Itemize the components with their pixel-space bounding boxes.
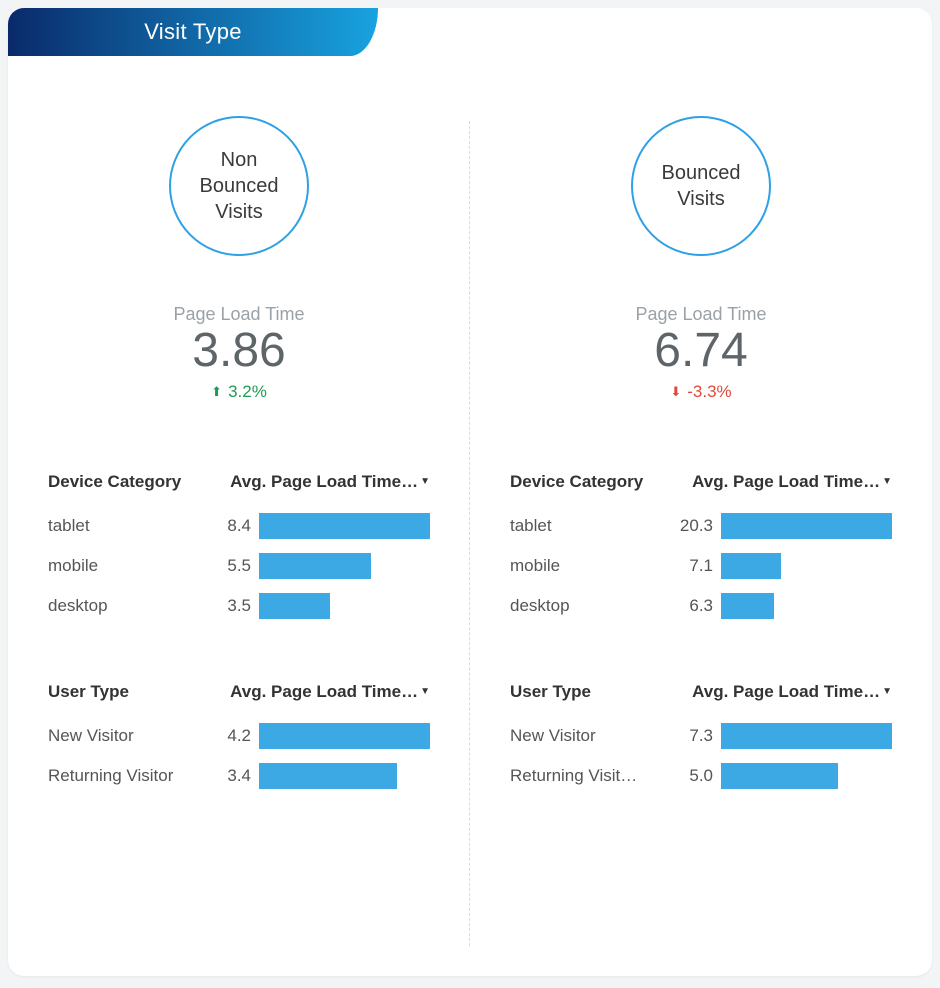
row-value: 7.1: [675, 556, 721, 576]
row-label: mobile: [510, 556, 675, 576]
row-label: New Visitor: [510, 726, 675, 746]
value-header-text: Avg. Page Load Time…: [230, 682, 418, 702]
group-header[interactable]: User Type: [48, 682, 213, 702]
table-head: User Type Avg. Page Load Time… ▼: [510, 682, 892, 702]
segment-circle[interactable]: Non Bounced Visits: [169, 116, 309, 256]
row-label: Returning Visitor: [48, 766, 213, 786]
metric-delta: ⬇︎ -3.3%: [510, 382, 892, 402]
row-value: 3.4: [213, 766, 259, 786]
table-row[interactable]: mobile7.1: [510, 546, 892, 586]
segment-circle-wrap: Bounced Visits: [510, 116, 892, 256]
row-label: New Visitor: [48, 726, 213, 746]
table-row[interactable]: New Visitor7.3: [510, 716, 892, 756]
group-header[interactable]: User Type: [510, 682, 675, 702]
panels: Non Bounced Visits Page Load Time 3.86 ⬆…: [8, 8, 932, 976]
row-value: 4.2: [213, 726, 259, 746]
metric-block: Page Load Time 6.74 ⬇︎ -3.3%: [510, 304, 892, 402]
metric-block: Page Load Time 3.86 ⬆︎ 3.2%: [48, 304, 430, 402]
sort-desc-icon: ▼: [420, 687, 430, 697]
table-head: User Type Avg. Page Load Time… ▼: [48, 682, 430, 702]
table-row[interactable]: mobile5.5: [48, 546, 430, 586]
arrow-up-icon: ⬆︎: [211, 384, 222, 400]
table-row[interactable]: desktop3.5: [48, 586, 430, 626]
row-value: 7.3: [675, 726, 721, 746]
row-label: tablet: [510, 516, 675, 536]
row-bar-cell: [259, 553, 430, 579]
row-bar: [721, 723, 892, 749]
table-row[interactable]: tablet8.4: [48, 506, 430, 546]
row-value: 20.3: [675, 516, 721, 536]
row-bar-cell: [259, 593, 430, 619]
metric-delta: ⬆︎ 3.2%: [48, 382, 430, 402]
row-bar: [721, 513, 892, 539]
row-bar-cell: [721, 593, 892, 619]
table-row[interactable]: Returning Visit…5.0: [510, 756, 892, 796]
table-device-category: Device Category Avg. Page Load Time… ▼ t…: [510, 472, 892, 626]
row-label: Returning Visit…: [510, 766, 675, 786]
value-header-text: Avg. Page Load Time…: [692, 472, 880, 492]
row-label: desktop: [510, 596, 675, 616]
segment-circle[interactable]: Bounced Visits: [631, 116, 771, 256]
sort-desc-icon: ▼: [882, 477, 892, 487]
table-row[interactable]: New Visitor4.2: [48, 716, 430, 756]
sort-desc-icon: ▼: [420, 477, 430, 487]
row-bar: [259, 723, 430, 749]
table-head: Device Category Avg. Page Load Time… ▼: [510, 472, 892, 492]
row-bar-cell: [259, 513, 430, 539]
metric-delta-text: 3.2%: [228, 382, 267, 402]
table-row[interactable]: desktop6.3: [510, 586, 892, 626]
metric-value: 6.74: [510, 325, 892, 378]
row-value: 5.0: [675, 766, 721, 786]
value-header-text: Avg. Page Load Time…: [230, 472, 418, 492]
row-bar: [259, 513, 430, 539]
tab-title: Visit Type: [144, 19, 242, 45]
table-user-type: User Type Avg. Page Load Time… ▼ New Vis…: [48, 682, 430, 796]
row-bar-cell: [721, 513, 892, 539]
metric-label: Page Load Time: [510, 304, 892, 325]
row-bar-cell: [721, 763, 892, 789]
dashboard-card: Visit Type Non Bounced Visits Page Load …: [8, 8, 932, 976]
row-bar: [721, 553, 781, 579]
panel-bounced: Bounced Visits Page Load Time 6.74 ⬇︎ -3…: [470, 56, 932, 976]
row-bar-cell: [721, 553, 892, 579]
value-header[interactable]: Avg. Page Load Time… ▼: [213, 682, 430, 702]
sort-desc-icon: ▼: [882, 687, 892, 697]
row-value: 8.4: [213, 516, 259, 536]
row-value: 5.5: [213, 556, 259, 576]
row-bar: [721, 593, 774, 619]
group-header[interactable]: Device Category: [510, 472, 675, 492]
value-header[interactable]: Avg. Page Load Time… ▼: [675, 472, 892, 492]
panel-non-bounced: Non Bounced Visits Page Load Time 3.86 ⬆…: [8, 56, 470, 976]
row-bar: [259, 593, 330, 619]
metric-delta-text: -3.3%: [687, 382, 731, 402]
table-row[interactable]: tablet20.3: [510, 506, 892, 546]
arrow-down-icon: ⬇︎: [670, 384, 681, 400]
table-user-type: User Type Avg. Page Load Time… ▼ New Vis…: [510, 682, 892, 796]
row-value: 6.3: [675, 596, 721, 616]
visit-type-tab[interactable]: Visit Type: [8, 8, 378, 56]
row-bar: [721, 763, 838, 789]
row-label: mobile: [48, 556, 213, 576]
row-bar-cell: [259, 723, 430, 749]
row-label: desktop: [48, 596, 213, 616]
value-header[interactable]: Avg. Page Load Time… ▼: [675, 682, 892, 702]
table-device-category: Device Category Avg. Page Load Time… ▼ t…: [48, 472, 430, 626]
segment-label: Bounced Visits: [643, 160, 759, 212]
metric-label: Page Load Time: [48, 304, 430, 325]
metric-value: 3.86: [48, 325, 430, 378]
group-header[interactable]: Device Category: [48, 472, 213, 492]
row-value: 3.5: [213, 596, 259, 616]
table-head: Device Category Avg. Page Load Time… ▼: [48, 472, 430, 492]
row-bar-cell: [721, 723, 892, 749]
row-bar: [259, 763, 397, 789]
table-row[interactable]: Returning Visitor3.4: [48, 756, 430, 796]
row-bar: [259, 553, 371, 579]
value-header-text: Avg. Page Load Time…: [692, 682, 880, 702]
row-bar-cell: [259, 763, 430, 789]
segment-circle-wrap: Non Bounced Visits: [48, 116, 430, 256]
segment-label: Non Bounced Visits: [181, 147, 297, 225]
row-label: tablet: [48, 516, 213, 536]
value-header[interactable]: Avg. Page Load Time… ▼: [213, 472, 430, 492]
